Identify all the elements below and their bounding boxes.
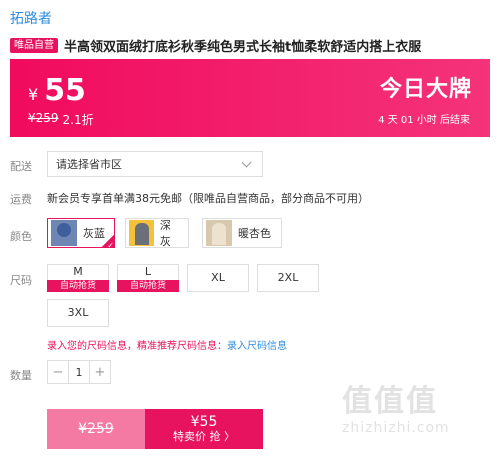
size-option-label: 2XL: [277, 271, 299, 284]
product-title: 半高领双面绒打底衫秋季纯色男式长袖t恤柔软舒适内搭上衣服: [64, 39, 422, 55]
price-banner: ¥ 55 ¥259 2.1折 今日大牌 4 天 01 小时 后结束: [10, 59, 490, 137]
self-operated-badge: 唯品自营: [10, 37, 58, 53]
shipping-label: 运费: [10, 193, 32, 206]
size-hint-text: 录入您的尺码信息，精准推荐尺码信息：: [47, 341, 227, 352]
selected-check-icon: ✓: [101, 234, 115, 250]
quantity-stepper: − 1 +: [47, 360, 111, 384]
color-swatch-thumbnail: [129, 220, 154, 246]
original-price: ¥259: [28, 111, 59, 125]
watermark-url: zhizhizhi.com: [342, 420, 450, 436]
site-watermark: 值值值 zhizhizhi.com: [342, 384, 492, 454]
chevron-down-icon: [241, 157, 252, 168]
color-swatch-thumbnail: [51, 220, 77, 246]
current-price: ¥ 55: [28, 73, 86, 108]
discount-label: 2.1折: [62, 113, 94, 127]
color-option-gray-blue[interactable]: 灰蓝 ✓: [47, 218, 115, 250]
size-option-xl[interactable]: XL: [187, 264, 249, 292]
region-select-placeholder: 请选择省市区: [56, 158, 122, 171]
delivery-label: 配送: [10, 160, 32, 173]
quantity-plus-button[interactable]: +: [90, 361, 110, 383]
buy-now-label: 特卖价 抢 〉: [173, 430, 235, 443]
quantity-label: 数量: [10, 369, 32, 382]
color-swatch-thumbnail: [206, 220, 232, 246]
color-option-label: 暖杏色: [238, 227, 271, 240]
shipping-info: 新会员专享首单满38元免邮（限唯品自营商品，部分商品不可用）: [47, 192, 369, 205]
buy-now-price: ¥55: [190, 414, 218, 430]
size-option-label: 3XL: [67, 306, 89, 319]
current-price-value: 55: [44, 73, 86, 108]
size-option-2xl[interactable]: 2XL: [257, 264, 319, 292]
region-select[interactable]: 请选择省市区: [47, 151, 263, 177]
size-option-label: M: [73, 265, 83, 278]
brand-name[interactable]: 拓路者: [10, 8, 52, 28]
buy-now-button[interactable]: ¥55 特卖价 抢 〉: [145, 409, 263, 449]
buy-original-price: ¥259: [47, 409, 145, 449]
size-option-l[interactable]: L 自动抢货: [117, 264, 179, 292]
promo-title: 今日大牌: [379, 77, 472, 102]
size-option-m[interactable]: M 自动抢货: [47, 264, 109, 292]
auto-restock-tag: 自动抢货: [117, 280, 179, 292]
watermark-logo: 值值值: [342, 384, 438, 419]
enter-size-link[interactable]: 录入尺码信息: [227, 341, 287, 352]
currency-symbol: ¥: [28, 85, 39, 104]
product-title-row: 唯品自营 半高领双面绒打底衫秋季纯色男式长袖t恤柔软舒适内搭上衣服: [10, 36, 490, 55]
color-option-label: 深灰: [159, 219, 171, 248]
promo-countdown: 4 天 01 小时 后结束: [378, 115, 470, 126]
auto-restock-tag: 自动抢货: [47, 280, 109, 292]
color-option-dark-gray[interactable]: 深灰: [125, 218, 189, 248]
size-option-label: L: [144, 265, 152, 278]
quantity-minus-button[interactable]: −: [48, 361, 68, 383]
size-option-3xl[interactable]: 3XL: [47, 299, 109, 327]
size-option-label: XL: [211, 271, 225, 284]
price-sub: ¥259 2.1折: [28, 111, 94, 128]
color-label: 颜色: [10, 230, 32, 243]
quantity-input[interactable]: 1: [68, 361, 90, 383]
size-hint: 录入您的尺码信息，精准推荐尺码信息：录入尺码信息: [47, 337, 287, 352]
size-label: 尺码: [10, 274, 32, 287]
buy-bar: ¥259 ¥55 特卖价 抢 〉: [47, 409, 263, 449]
color-option-warm-apricot[interactable]: 暖杏色: [202, 218, 282, 248]
